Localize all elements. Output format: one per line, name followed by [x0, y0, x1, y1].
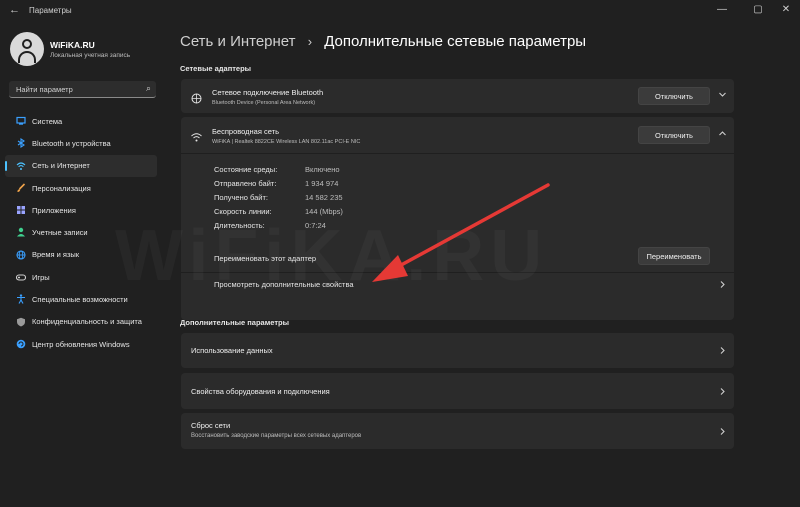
sidebar-item-label: Специальные возможности [32, 295, 128, 305]
sidebar-nav: Система Bluetooth и устройства Сеть и Ин… [0, 110, 165, 355]
detail-value: 144 (Mbps) [305, 207, 343, 216]
apps-icon [16, 205, 26, 215]
sidebar-item-windows-update[interactable]: Центр обновления Windows [0, 333, 165, 355]
sidebar-item-system[interactable]: Система [0, 110, 165, 132]
detail-value: 0:7:24 [305, 221, 326, 230]
adapter-title: Беспроводная сеть [212, 127, 280, 136]
data-usage-row[interactable]: Использование данных [181, 333, 734, 368]
detail-value: 1 934 974 [305, 179, 339, 188]
sidebar-item-personalization[interactable]: Персонализация [0, 177, 165, 199]
network-reset-subtitle: Восстановить заводские параметры всех се… [191, 433, 362, 439]
network-reset-row[interactable]: Сброс сети Восстановить заводские параме… [181, 413, 734, 449]
window-title: Параметры [29, 6, 72, 15]
rename-adapter-label: Переименовать этот адаптер [214, 254, 317, 263]
detail-label: Длительность: [214, 221, 265, 230]
maximize-button[interactable]: ▢ [748, 4, 768, 15]
sidebar-item-label: Учетные записи [32, 228, 88, 238]
hardware-properties-label: Свойства оборудования и подключения [191, 387, 330, 396]
divider [181, 153, 734, 154]
update-icon [16, 339, 26, 349]
wifi-icon [16, 161, 26, 171]
sidebar-item-label: Конфиденциальность и защита [32, 317, 142, 327]
hardware-properties-row[interactable]: Свойства оборудования и подключения [181, 373, 734, 409]
sidebar-item-label: Игры [32, 272, 50, 282]
sidebar-item-label: Сеть и Интернет [32, 161, 90, 171]
chevron-down-icon[interactable] [718, 90, 727, 101]
detail-label: Состояние среды: [214, 165, 278, 174]
view-properties-row[interactable]: Просмотреть дополнительные свойства [181, 273, 734, 295]
breadcrumb: Сеть и Интернет › Дополнительные сетевые… [180, 33, 586, 50]
avatar [10, 32, 44, 66]
sidebar-item-label: Центр обновления Windows [32, 339, 130, 349]
user-profile[interactable]: WiFiKA.RU Локальная учетная запись [10, 32, 130, 66]
section-title-adapters: Сетевые адаптеры [180, 64, 252, 73]
sidebar-item-accessibility[interactable]: Специальные возможности [0, 288, 165, 310]
profile-account-type: Локальная учетная запись [50, 52, 131, 59]
disable-wifi-button[interactable]: Отключить [638, 126, 710, 144]
bluetooth-adapter-card[interactable]: Сетевое подключение Bluetooth Bluetooth … [181, 79, 734, 113]
brush-icon [16, 183, 26, 193]
disable-bluetooth-button[interactable]: Отключить [638, 87, 710, 105]
adapter-subtitle: Bluetooth Device (Personal Area Network) [212, 100, 316, 106]
chevron-up-icon[interactable] [718, 129, 727, 140]
profile-name: WiFiKA.RU [50, 40, 95, 50]
network-adapter-icon [191, 91, 202, 109]
adapter-subtitle: WiFiKA | Realtek 8822CE Wireless LAN 802… [212, 139, 361, 145]
view-properties-label: Просмотреть дополнительные свойства [214, 280, 354, 289]
chevron-right-icon [718, 387, 727, 398]
search-placeholder: Найти параметр [16, 85, 73, 94]
detail-label: Скорость линии: [214, 207, 272, 216]
sidebar-item-time-language[interactable]: Время и язык [0, 244, 165, 266]
sidebar-item-label: Система [32, 116, 63, 126]
sidebar-item-label: Персонализация [32, 183, 91, 193]
chevron-right-icon [718, 427, 727, 438]
shield-icon [16, 317, 26, 327]
sidebar-item-privacy[interactable]: Конфиденциальность и защита [0, 311, 165, 333]
sidebar: WiFiKA.RU Локальная учетная запись Найти… [0, 22, 165, 507]
wifi-icon [191, 130, 202, 148]
accessibility-icon [16, 294, 26, 305]
page-title: Дополнительные сетевые параметры [324, 33, 587, 50]
wireless-adapter-card: Беспроводная сеть WiFiKA | Realtek 8822C… [181, 117, 734, 320]
back-arrow-icon[interactable]: ← [9, 4, 20, 16]
adapter-title: Сетевое подключение Bluetooth [212, 88, 324, 97]
account-icon [16, 227, 26, 237]
chevron-right-icon [718, 280, 727, 291]
sidebar-item-network[interactable]: Сеть и Интернет [5, 154, 157, 177]
close-button[interactable]: ✕ [776, 4, 796, 15]
search-icon[interactable]: ⌕ [146, 83, 151, 94]
detail-label: Получено байт: [214, 193, 269, 202]
section-title-more: Дополнительные параметры [180, 318, 289, 327]
title-bar: ← Параметры — ▢ ✕ [0, 0, 800, 22]
breadcrumb-parent[interactable]: Сеть и Интернет [180, 33, 296, 50]
bluetooth-icon [16, 138, 26, 149]
network-reset-title: Сброс сети [191, 421, 231, 430]
search-input[interactable]: Найти параметр ⌕ [9, 81, 156, 98]
breadcrumb-separator: › [307, 34, 313, 49]
detail-value: Включено [305, 165, 340, 174]
sidebar-item-label: Время и язык [32, 250, 80, 260]
detail-label: Отправлено байт: [214, 179, 277, 188]
main-content: Сеть и Интернет › Дополнительные сетевые… [165, 22, 800, 507]
rename-button[interactable]: Переименовать [638, 247, 710, 265]
sidebar-item-label: Bluetooth и устройства [32, 138, 111, 148]
sidebar-item-bluetooth[interactable]: Bluetooth и устройства [0, 132, 165, 154]
data-usage-label: Использование данных [191, 346, 273, 355]
minimize-button[interactable]: — [712, 4, 732, 15]
sidebar-item-gaming[interactable]: Игры [0, 266, 165, 288]
system-icon [16, 116, 26, 126]
sidebar-item-accounts[interactable]: Учетные записи [0, 221, 165, 243]
globe-icon [16, 250, 26, 260]
sidebar-item-label: Приложения [32, 205, 76, 215]
gamepad-icon [15, 272, 27, 282]
sidebar-item-apps[interactable]: Приложения [0, 199, 165, 221]
detail-value: 14 582 235 [305, 193, 343, 202]
chevron-right-icon [718, 346, 727, 357]
